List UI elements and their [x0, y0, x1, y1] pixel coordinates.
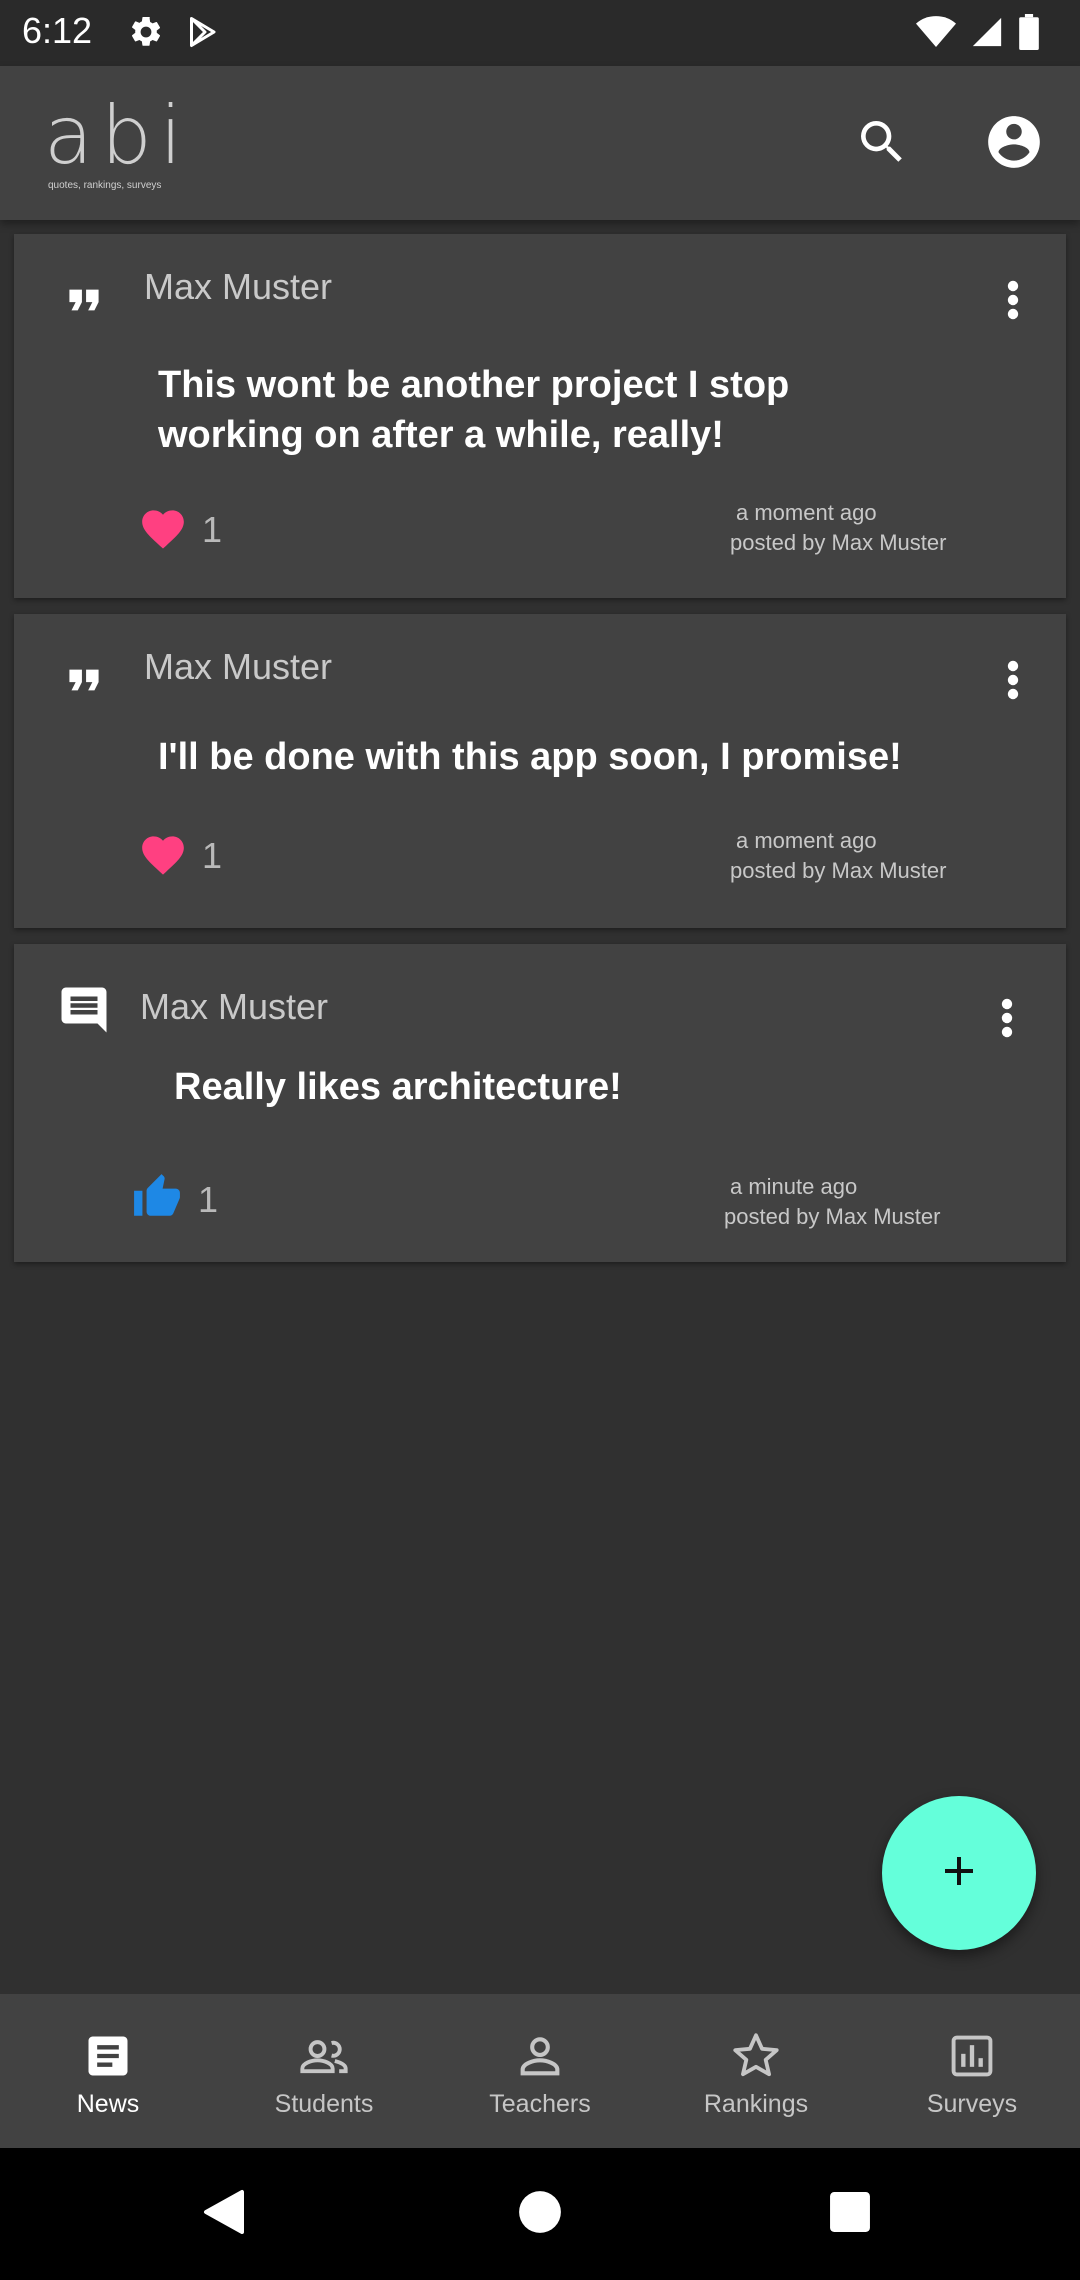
quote-icon: [54, 270, 114, 330]
bottom-navigation: News Students Teachers Rankings Surveys: [0, 1994, 1080, 2148]
reaction-button[interactable]: 1: [138, 504, 222, 555]
search-button[interactable]: [842, 104, 922, 184]
system-navigation-bar: [0, 2148, 1080, 2280]
plus-icon: [935, 1847, 983, 1900]
post-card[interactable]: Max Muster I'll be done with this app so…: [14, 614, 1066, 928]
logo-text: abi: [44, 89, 191, 182]
app-bar: abi quotes, rankings, surveys: [0, 66, 1080, 220]
heart-icon: [138, 830, 188, 881]
post-menu-button[interactable]: [998, 272, 1028, 332]
thumbs-up-icon: [130, 1172, 184, 1227]
star-icon: [728, 2028, 784, 2084]
signal-icon: [970, 15, 1004, 54]
reaction-button[interactable]: 1: [130, 1172, 218, 1227]
quote-icon: [54, 650, 114, 710]
post-posted-by: posted by Max Muster: [730, 858, 947, 883]
nav-label: Teachers: [489, 2090, 591, 2118]
account-icon: [983, 111, 1045, 178]
recents-icon: [829, 2191, 871, 2238]
nav-label: News: [76, 2090, 140, 2118]
post-menu-button[interactable]: [998, 652, 1028, 712]
comment-icon: [54, 980, 114, 1040]
app-logo: abi quotes, rankings, surveys: [44, 96, 214, 196]
heart-icon: [138, 504, 188, 555]
back-icon: [202, 2188, 246, 2241]
article-icon: [80, 2028, 136, 2084]
people-icon: [296, 2028, 352, 2084]
status-time: 6:12: [22, 10, 93, 51]
reaction-count: 1: [202, 834, 223, 876]
post-author: Max Muster: [144, 266, 333, 307]
post-time: a minute ago: [730, 1174, 858, 1199]
poll-icon: [944, 2028, 1000, 2084]
settings-icon: [128, 14, 164, 55]
nav-label: Students: [274, 2090, 374, 2118]
add-post-button[interactable]: [882, 1796, 1036, 1950]
post-card[interactable]: Max Muster This wont be another project …: [14, 234, 1066, 598]
post-time: a moment ago: [736, 500, 877, 525]
more-vert-icon: [1001, 998, 1013, 1043]
recents-button[interactable]: [816, 2180, 884, 2248]
play-store-icon: [184, 14, 220, 55]
back-button[interactable]: [190, 2180, 258, 2248]
post-body: Really likes architecture!: [174, 1066, 622, 1108]
status-bar: 6:12: [0, 0, 1080, 66]
reaction-count: 1: [202, 508, 223, 550]
post-meta: a moment ago posted by Max Muster: [730, 498, 946, 558]
nav-label: Rankings: [703, 2090, 809, 2118]
nav-item-news[interactable]: News: [0, 1994, 216, 2148]
nav-item-students[interactable]: Students: [216, 1994, 432, 2148]
person-icon: [512, 2028, 568, 2084]
post-meta: a moment ago posted by Max Muster: [730, 826, 946, 886]
home-icon: [518, 2190, 562, 2239]
nav-label: Surveys: [926, 2090, 1018, 2118]
post-body: I'll be done with this app soon, I promi…: [158, 736, 902, 778]
post-time: a moment ago: [736, 828, 877, 853]
search-icon: [854, 114, 910, 175]
post-card[interactable]: Max Muster Really likes architecture! 1 …: [14, 944, 1066, 1262]
post-body: This wont be another project I stop work…: [158, 364, 790, 456]
post-meta: a minute ago posted by Max Muster: [724, 1172, 940, 1232]
post-author: Max Muster: [144, 646, 333, 687]
nav-item-teachers[interactable]: Teachers: [432, 1994, 648, 2148]
reaction-count: 1: [198, 1178, 219, 1220]
nav-item-surveys[interactable]: Surveys: [864, 1994, 1080, 2148]
post-posted-by: posted by Max Muster: [724, 1204, 941, 1229]
post-menu-button[interactable]: [992, 990, 1022, 1050]
reaction-button[interactable]: 1: [138, 830, 222, 881]
post-author: Max Muster: [140, 986, 329, 1027]
nav-item-rankings[interactable]: Rankings: [648, 1994, 864, 2148]
account-button[interactable]: [974, 104, 1054, 184]
home-button[interactable]: [506, 2180, 574, 2248]
more-vert-icon: [1007, 660, 1019, 705]
logo-subtitle: quotes, rankings, surveys: [48, 180, 162, 191]
battery-icon: [1018, 14, 1040, 55]
post-posted-by: posted by Max Muster: [730, 530, 947, 555]
wifi-icon: [916, 14, 956, 55]
more-vert-icon: [1007, 280, 1019, 325]
